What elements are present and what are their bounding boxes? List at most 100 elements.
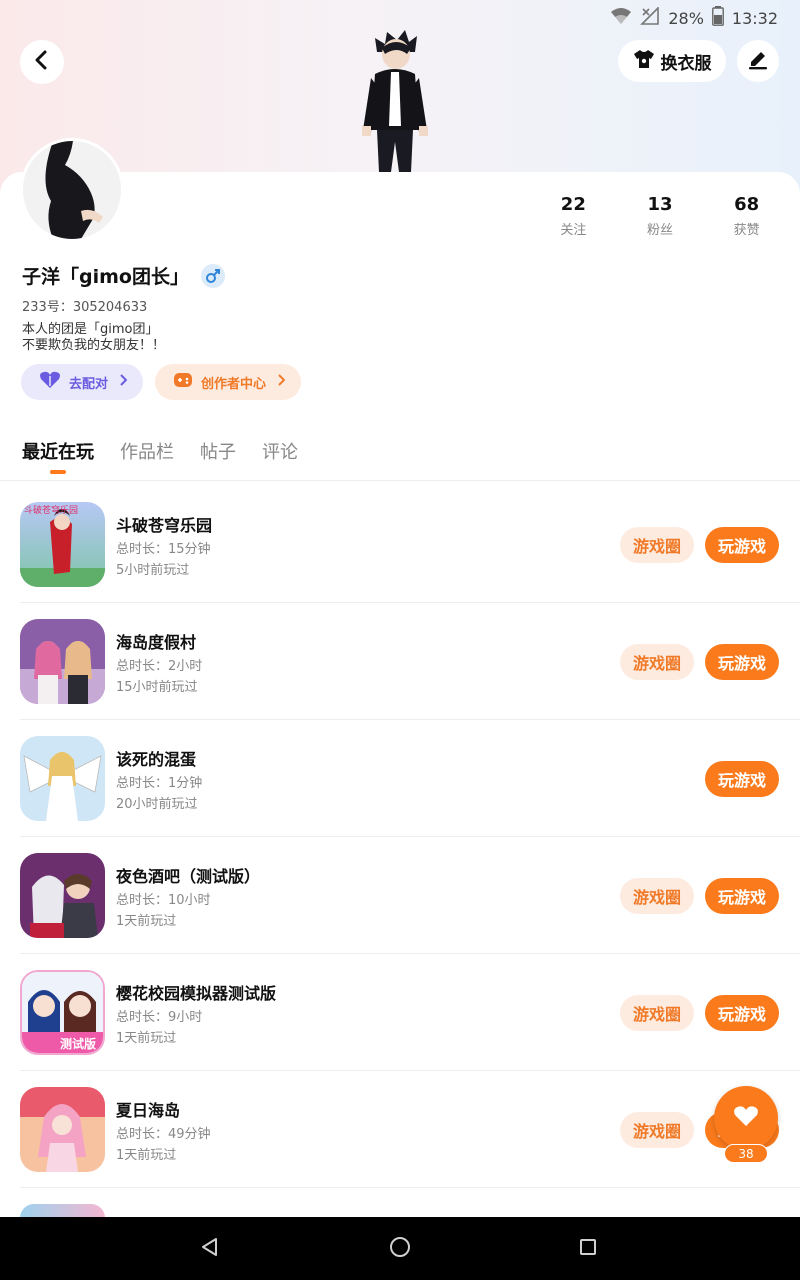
stat-value: 68: [734, 194, 760, 215]
list-item[interactable]: 海岛度假村 总时长：2小时 15小时前玩过 游戏圈 玩游戏: [0, 603, 800, 720]
game-name: 夏日海岛: [116, 1101, 181, 1120]
game-name: 斗破苍穹乐园: [116, 516, 213, 535]
wifi-icon: [610, 7, 632, 29]
game-last-played: 5小时前玩过: [116, 563, 190, 578]
like-fab-button[interactable]: [714, 1086, 778, 1150]
list-item[interactable]: 夏日海岛 总时长：49分钟 1天前玩过 游戏圈 玩游戏: [0, 1071, 800, 1188]
divider: [20, 1187, 800, 1188]
game-last-played: 20小时前玩过: [116, 797, 198, 812]
circle-home-icon: [389, 1236, 411, 1262]
user-id: 233号：305204633: [22, 300, 148, 315]
game-total-time: 总时长：10小时: [116, 893, 211, 908]
stat-followers[interactable]: 13 粉丝: [617, 194, 704, 238]
change-outfit-label: 换衣服: [660, 53, 712, 74]
stat-following[interactable]: 22 关注: [530, 194, 617, 238]
stat-likes[interactable]: 68 获赞: [703, 194, 790, 238]
nav-home-button[interactable]: [386, 1235, 414, 1263]
avatar[interactable]: [20, 138, 124, 242]
chevron-left-icon: [34, 50, 50, 74]
game-name: 夜色酒吧（测试版）: [116, 867, 261, 886]
edit-profile-button[interactable]: [737, 40, 779, 82]
bio: 本人的团是「gimo团」 不要欺负我的女朋友！！: [22, 322, 165, 354]
stat-label: 粉丝: [647, 223, 674, 238]
chevron-right-icon: [119, 374, 128, 390]
battery-icon: [711, 6, 724, 30]
play-game-button[interactable]: 玩游戏: [705, 995, 779, 1031]
list-item[interactable]: 该死的混蛋 总时长：1分钟 20小时前玩过 玩游戏: [0, 720, 800, 837]
game-total-time: 总时长：9小时: [116, 1010, 203, 1025]
profile-stats: 22 关注 13 粉丝 68 获赞: [530, 194, 790, 238]
stat-label: 关注: [560, 223, 587, 238]
tab-comments[interactable]: 评论: [262, 438, 298, 464]
username-row: 子洋「gimo团长」: [22, 262, 225, 289]
chevron-right-icon: [277, 374, 286, 390]
game-total-time: 总时长：2小时: [116, 659, 203, 674]
match-label: 去配对: [69, 376, 109, 392]
game-total-time: 总时长：15分钟: [116, 542, 211, 557]
list-item[interactable]: 斗破苍穹乐园 斗破苍穹乐园 总时长：15分钟 5小时前玩过 游戏圈 玩游戏: [0, 486, 800, 603]
tab-posts[interactable]: 帖子: [200, 438, 236, 464]
play-game-button[interactable]: 玩游戏: [705, 878, 779, 914]
list-item[interactable]: 夜色酒吧（测试版） 总时长：10小时 1天前玩过 游戏圈 玩游戏: [0, 837, 800, 954]
game-last-played: 1天前玩过: [116, 1148, 177, 1163]
play-game-button[interactable]: 玩游戏: [705, 761, 779, 797]
game-circle-button[interactable]: 游戏圈: [620, 527, 694, 563]
game-last-played: 15小时前玩过: [116, 680, 198, 695]
game-icon: 斗破苍穹乐园: [20, 502, 105, 587]
battery-percent: 28%: [668, 8, 704, 28]
stat-value: 22: [560, 194, 586, 215]
male-icon: [200, 263, 225, 288]
username: 子洋「gimo团长」: [22, 266, 189, 288]
like-count-badge: 38: [724, 1144, 768, 1163]
heart-icon: [733, 1105, 759, 1131]
creator-center-label: 创作者中心: [201, 376, 267, 392]
profile-tabs: 最近在玩 作品栏 帖子 评论: [22, 438, 298, 474]
play-game-button[interactable]: 玩游戏: [705, 527, 779, 563]
divider: [0, 480, 800, 481]
match-button[interactable]: 去配对: [21, 364, 143, 400]
back-button[interactable]: [20, 40, 64, 84]
game-last-played: 1天前玩过: [116, 914, 177, 929]
tab-label: 帖子: [200, 442, 236, 463]
game-name: 海岛度假村: [116, 633, 197, 652]
tab-indicator: [50, 470, 66, 474]
bio-line: 本人的团是「gimo团」: [22, 322, 159, 337]
triangle-back-icon: [200, 1237, 220, 1261]
list-item[interactable]: 测试版 樱花校园模拟器测试版 总时长：9小时 1天前玩过 游戏圈 玩游戏: [0, 954, 800, 1071]
bio-line: 不要欺负我的女朋友！！: [22, 338, 166, 353]
game-icon: [20, 1087, 105, 1172]
change-outfit-button[interactable]: 换衣服: [618, 40, 726, 82]
game-circle-button[interactable]: 游戏圈: [620, 878, 694, 914]
pencil-icon: [747, 48, 769, 74]
stat-label: 获赞: [733, 223, 760, 238]
system-nav-bar: [0, 1217, 800, 1280]
no-signal-icon: [640, 6, 660, 29]
game-icon-text: 斗破苍穹乐园: [24, 504, 78, 516]
status-bar: 28% 13:32: [0, 0, 800, 32]
game-icon: 测试版: [20, 970, 105, 1055]
recent-games-list: 斗破苍穹乐园 斗破苍穹乐园 总时长：15分钟 5小时前玩过 游戏圈 玩游戏 海岛…: [0, 486, 800, 1188]
game-circle-button[interactable]: 游戏圈: [620, 1112, 694, 1148]
game-circle-button[interactable]: 游戏圈: [620, 644, 694, 680]
play-game-button[interactable]: 玩游戏: [705, 644, 779, 680]
creator-center-button[interactable]: 创作者中心: [155, 364, 301, 400]
tab-label: 最近在玩: [22, 442, 94, 463]
square-recents-icon: [578, 1237, 598, 1261]
stat-value: 13: [647, 194, 673, 215]
game-icon-text: 测试版: [60, 1036, 96, 1051]
game-circle-button[interactable]: 游戏圈: [620, 995, 694, 1031]
heart-icon: [39, 371, 61, 393]
nav-back-button[interactable]: [196, 1235, 224, 1263]
gamepad-icon: [173, 372, 193, 392]
tab-works[interactable]: 作品栏: [120, 438, 174, 464]
game-total-time: 总时长：49分钟: [116, 1127, 211, 1142]
game-name: 樱花校园模拟器测试版: [116, 984, 277, 1003]
tshirt-icon: [633, 49, 655, 74]
game-last-played: 1天前玩过: [116, 1031, 177, 1046]
game-icon: [20, 736, 105, 821]
nav-recents-button[interactable]: [574, 1235, 602, 1263]
tab-recently-played[interactable]: 最近在玩: [22, 438, 94, 474]
tab-label: 评论: [262, 442, 298, 463]
game-icon: [20, 619, 105, 704]
game-total-time: 总时长：1分钟: [116, 776, 203, 791]
